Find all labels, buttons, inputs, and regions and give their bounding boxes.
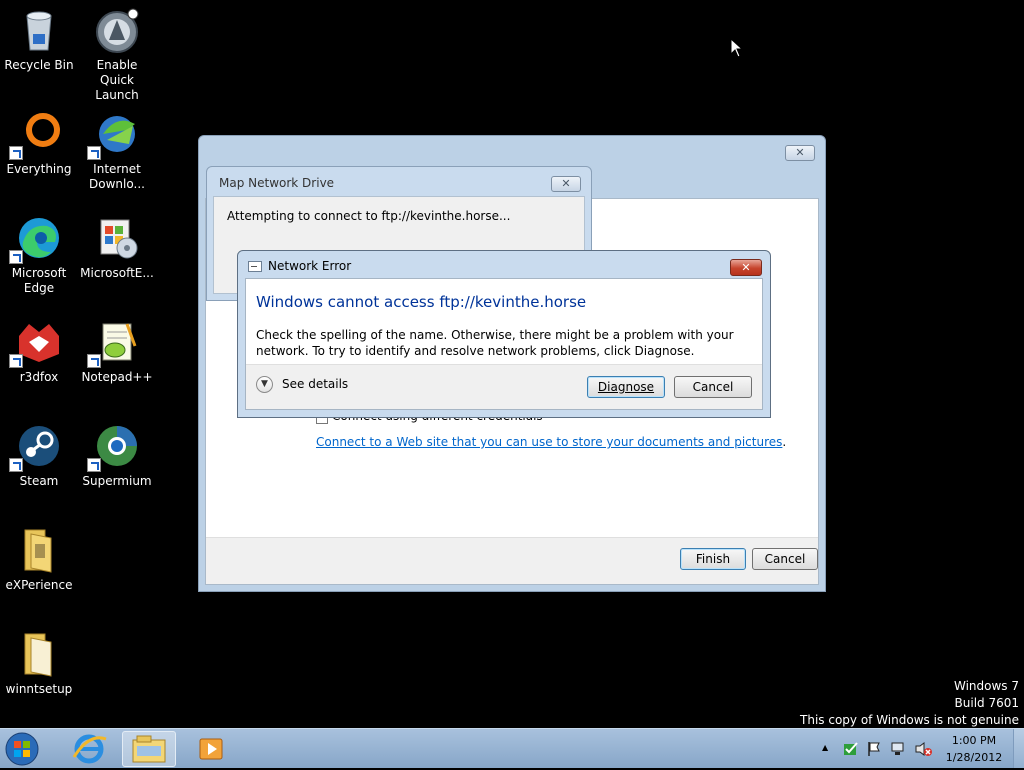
file-explorer-icon <box>132 735 166 763</box>
volume-muted-icon[interactable] <box>914 741 932 757</box>
desktop-icon-winntsetup[interactable]: winntsetup <box>0 630 78 697</box>
desktop-icon-microsoft-edge[interactable]: Microsoft Edge <box>0 214 78 296</box>
everything-icon <box>9 110 63 160</box>
desktop-icon-label: Notepad++ <box>81 370 153 384</box>
genuine-watermark: Windows 7 Build 7601 This copy of Window… <box>800 678 1019 729</box>
desktop-icon-label: Internet Downlo... <box>89 162 145 191</box>
shortcut-arrow-icon <box>9 250 23 264</box>
flag-icon[interactable] <box>866 741 882 757</box>
desktop-icon-label: winntsetup <box>5 682 73 696</box>
quick-launch-icon <box>93 6 141 54</box>
media-player-icon <box>199 738 223 760</box>
supermium-icon <box>87 422 141 472</box>
taskbar-file-explorer[interactable] <box>122 731 176 767</box>
taskbar: ▲ 1:00 PM 1/28/2012 <box>0 728 1024 768</box>
show-desktop-button[interactable] <box>1013 729 1024 768</box>
network-error-dialog: Network Error ✕ Windows cannot access ft… <box>237 250 771 418</box>
shortcut-arrow-icon <box>9 458 23 472</box>
taskbar-media-player[interactable] <box>184 731 238 767</box>
desktop-icon-r3dfox[interactable]: r3dfox <box>0 318 78 385</box>
start-orb-icon <box>5 732 39 766</box>
wizard-cancel-button[interactable]: Cancel <box>752 548 818 570</box>
desktop-icon-label: MicrosoftE... <box>80 266 154 280</box>
internet-explorer-icon <box>72 734 107 764</box>
tray-overflow-chevron[interactable]: ▲ <box>822 743 828 752</box>
desktop-icon-notepad-plus-plus[interactable]: Notepad++ <box>78 318 156 385</box>
desktop-icon-microsoft-installer[interactable]: MicrosoftE... <box>78 214 156 281</box>
shortcut-arrow-icon <box>9 146 23 160</box>
error-heading: Windows cannot access ftp://kevinthe.hor… <box>256 293 587 311</box>
see-details-label: See details <box>282 377 349 391</box>
internet-download-manager-icon <box>87 110 141 160</box>
error-cancel-button[interactable]: Cancel <box>674 376 752 398</box>
desktop-icon-label: Supermium <box>82 474 152 488</box>
error-content: Windows cannot access ftp://kevinthe.hor… <box>245 278 763 410</box>
connecting-message: Attempting to connect to ftp://kevinthe.… <box>227 209 511 223</box>
edge-icon <box>9 214 63 264</box>
desktop-icon-label: r3dfox <box>19 370 59 384</box>
clock-date[interactable]: 1/28/2012 <box>942 751 1006 764</box>
r3dfox-icon <box>9 318 63 368</box>
shortcut-arrow-icon <box>9 354 23 368</box>
error-close-button[interactable]: ✕ <box>730 259 762 276</box>
chevron-down-icon: ▼ <box>256 376 273 393</box>
error-button-bar: ▼ See details Diagnose Cancel <box>246 364 762 409</box>
watermark-notice: This copy of Windows is not genuine <box>800 713 1019 727</box>
recycle-bin-icon <box>15 6 63 54</box>
folder-icon <box>15 526 63 574</box>
desktop-icon-label: Microsoft Edge <box>11 266 67 295</box>
shortcut-arrow-icon <box>87 146 101 160</box>
desktop-icon-steam[interactable]: Steam <box>0 422 78 489</box>
watermark-build: Build 7601 <box>954 696 1019 710</box>
desktop-icon-label: Enable Quick Launch <box>95 58 139 102</box>
map-drive-close-button[interactable]: ✕ <box>551 176 581 192</box>
wizard-footer: Finish Cancel <box>206 537 818 584</box>
desktop-icon-label: Everything <box>6 162 72 176</box>
desktop-icon-enable-quick-launch[interactable]: Enable Quick Launch <box>78 6 156 103</box>
desktop-icon-everything[interactable]: Everything <box>0 110 78 177</box>
error-body-text: Check the spelling of the name. Otherwis… <box>256 328 734 358</box>
diagnose-button[interactable]: Diagnose <box>587 376 665 398</box>
wizard-close-button[interactable]: ✕ <box>785 145 815 161</box>
network-error-title-icon <box>248 261 262 272</box>
desktop-icon-label: Recycle Bin <box>4 58 74 72</box>
web-site-link-row: Connect to a Web site that you can use t… <box>316 435 786 449</box>
dialog-title: Map Network Drive <box>219 176 335 190</box>
folder-icon <box>15 630 63 678</box>
desktop-icon-internet-download-manager[interactable]: Internet Downlo... <box>78 110 156 192</box>
microsoft-installer-icon <box>93 214 141 262</box>
action-center-icon[interactable] <box>843 741 859 757</box>
dialog-title: Network Error <box>268 259 352 273</box>
shortcut-arrow-icon <box>87 354 101 368</box>
desktop-icon-experience[interactable]: eXPerience <box>0 526 78 593</box>
web-site-link-period: . <box>782 435 787 449</box>
web-site-link[interactable]: Connect to a Web site that you can use t… <box>316 435 782 449</box>
start-button[interactable] <box>2 731 48 767</box>
clock-time[interactable]: 1:00 PM <box>942 734 1006 747</box>
desktop-icon-supermium[interactable]: Supermium <box>78 422 156 489</box>
watermark-os: Windows 7 <box>953 679 1019 693</box>
finish-button[interactable]: Finish <box>680 548 746 570</box>
desktop-icon-label: eXPerience <box>5 578 73 592</box>
taskbar-internet-explorer[interactable] <box>62 731 116 767</box>
shortcut-arrow-icon <box>87 458 101 472</box>
desktop-icon-label: Steam <box>19 474 59 488</box>
notepad-plus-plus-icon <box>87 318 141 368</box>
steam-icon <box>9 422 63 472</box>
network-icon[interactable] <box>890 741 906 757</box>
desktop-icon-recycle-bin[interactable]: Recycle Bin <box>0 6 78 73</box>
see-details-toggle[interactable]: ▼ See details <box>256 376 376 396</box>
mouse-cursor-icon <box>730 37 744 61</box>
